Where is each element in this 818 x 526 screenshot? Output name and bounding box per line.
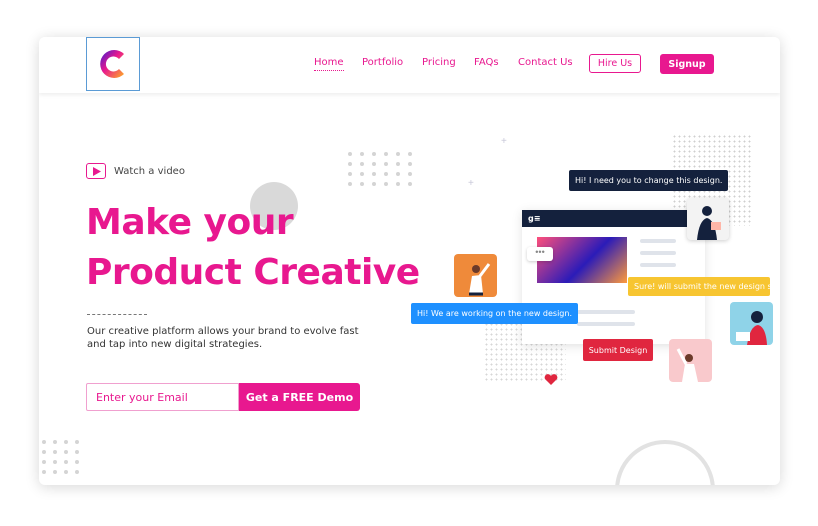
page-card: Home Portfolio Pricing FAQs Contact Us H… xyxy=(39,37,780,485)
play-icon xyxy=(86,163,106,179)
watch-video-link[interactable]: Watch a video xyxy=(86,163,185,179)
submit-design-button: Submit Design xyxy=(583,339,653,361)
navbar: Home Portfolio Pricing FAQs Contact Us H… xyxy=(39,37,780,93)
avatar-designer xyxy=(687,198,729,240)
window-titlebar: g≡ xyxy=(522,210,705,227)
chat-bubble-request: Hi! I need you to change this design. xyxy=(569,170,729,191)
chat-bubble-reply: Sure! will submit the new design shortly… xyxy=(628,277,770,296)
hero-title-line2: Product Creative xyxy=(86,252,420,293)
dot-grid-decoration xyxy=(348,152,412,186)
logo[interactable] xyxy=(86,37,140,91)
c-logo-icon xyxy=(100,50,124,78)
nav-home-link[interactable]: Home xyxy=(314,57,344,71)
heart-icon xyxy=(544,374,558,385)
chat-bubble-working: Hi! We are working on the new design. xyxy=(411,303,578,324)
nav-contact-link[interactable]: Contact Us xyxy=(518,57,573,68)
hero-description: Our creative platform allows your brand … xyxy=(87,326,359,350)
dot-grid-decoration-bottom xyxy=(42,440,79,474)
watch-video-label: Watch a video xyxy=(114,165,185,177)
nav-portfolio-link[interactable]: Portfolio xyxy=(362,57,403,68)
plus-decoration: + xyxy=(501,136,507,147)
hero-title-line1: Make your xyxy=(86,202,294,243)
avatar-celebrating xyxy=(669,339,712,382)
nav-pricing-link[interactable]: Pricing xyxy=(422,57,456,68)
signup-button[interactable]: Signup xyxy=(660,54,714,74)
avatar-laptop-user xyxy=(730,302,773,345)
nav-faqs-link[interactable]: FAQs xyxy=(474,57,499,68)
avatar-presenter xyxy=(454,254,497,297)
ring-decoration xyxy=(615,440,715,485)
get-demo-button[interactable]: Get a FREE Demo xyxy=(239,383,360,411)
divider xyxy=(87,314,147,315)
plus-decoration: + xyxy=(468,178,474,189)
email-input[interactable] xyxy=(86,383,239,411)
typing-indicator: ••• xyxy=(527,247,553,261)
hire-us-button[interactable]: Hire Us xyxy=(589,54,641,73)
